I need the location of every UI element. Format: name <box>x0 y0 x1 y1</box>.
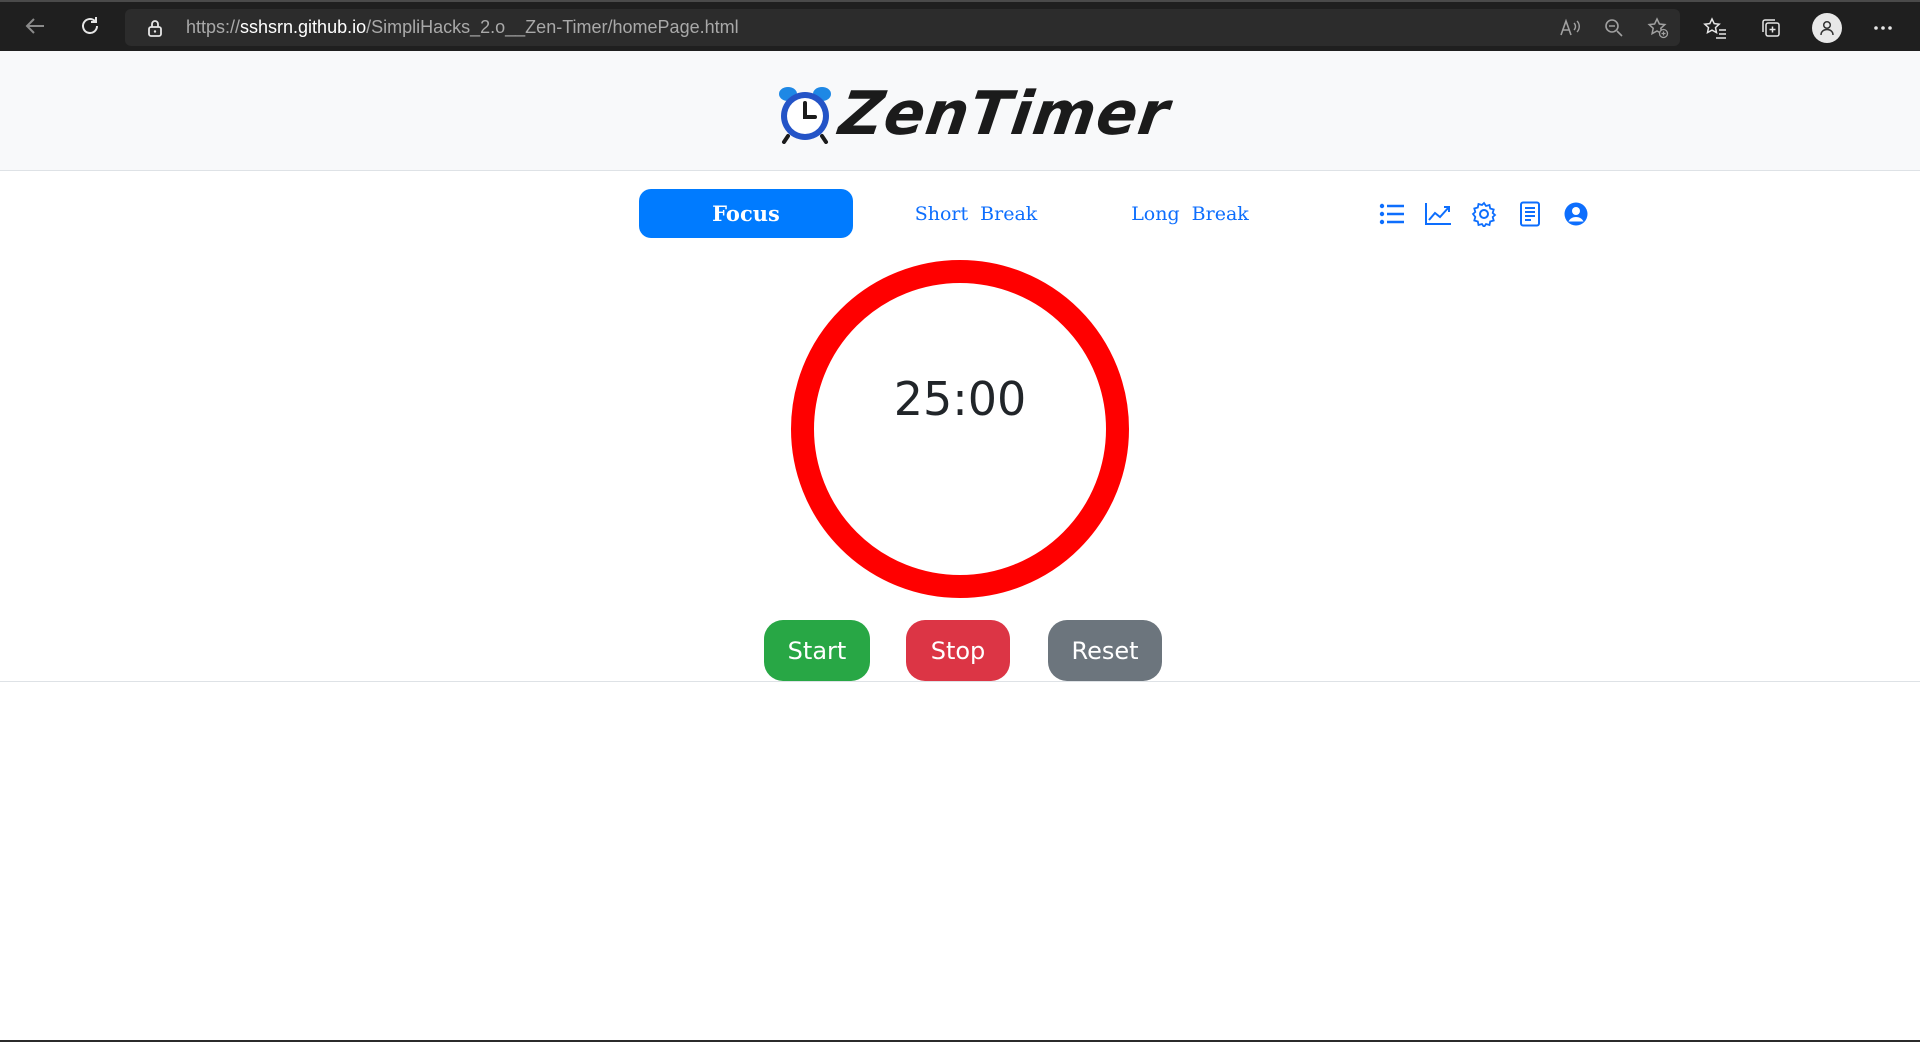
task-list-button[interactable] <box>1369 197 1415 231</box>
more-horizontal-icon <box>1874 26 1892 30</box>
start-button[interactable]: Start <box>764 620 870 681</box>
read-aloud-icon <box>1560 18 1580 35</box>
settings-button[interactable] <box>1461 197 1507 231</box>
more-menu-button[interactable] <box>1855 8 1911 48</box>
timer-ring <box>791 260 1129 598</box>
list-icon <box>1379 203 1404 225</box>
timer-display: 25:00 <box>893 372 1027 426</box>
user-icon <box>1820 20 1834 36</box>
url-text: https://sshsrn.github.io/SimpliHacks_2.o… <box>186 17 739 37</box>
favorites-icon <box>1703 17 1726 39</box>
alarm-clock-icon <box>779 86 831 144</box>
lock-icon <box>148 20 162 37</box>
user-circle-icon <box>1564 202 1588 226</box>
add-favorite-button[interactable] <box>1636 9 1680 46</box>
read-aloud-button[interactable] <box>1548 9 1592 46</box>
arrow-left-icon <box>25 18 44 34</box>
site-header: ZenTimer <box>0 51 1920 171</box>
favorites-button[interactable] <box>1687 8 1743 48</box>
section-divider <box>0 681 1920 682</box>
tab-short-break[interactable]: Short Break <box>888 189 1064 238</box>
browser-toolbar: https://sshsrn.github.io/SimpliHacks_2.o… <box>0 0 1920 51</box>
account-button[interactable] <box>1553 197 1599 231</box>
tool-icons <box>1369 197 1599 231</box>
star-add-icon <box>1647 16 1669 38</box>
timer-controls: Start Stop Reset <box>764 620 1162 681</box>
statistics-button[interactable] <box>1415 197 1461 231</box>
profile-button[interactable] <box>1799 8 1855 48</box>
notes-button[interactable] <box>1507 197 1553 231</box>
collections-icon <box>1762 19 1780 37</box>
logo-text: ZenTimer <box>835 78 1175 149</box>
collections-button[interactable] <box>1743 8 1799 48</box>
back-button[interactable] <box>22 13 48 39</box>
reload-button[interactable] <box>77 13 103 39</box>
address-bar[interactable]: https://sshsrn.github.io/SimpliHacks_2.o… <box>125 9 1680 46</box>
avatar <box>1812 13 1842 43</box>
logo[interactable]: ZenTimer <box>776 79 1174 149</box>
tab-long-break[interactable]: Long Break <box>1102 189 1278 238</box>
mode-tabs: Focus Short Break Long Break <box>639 189 1278 238</box>
stop-button[interactable]: Stop <box>906 620 1010 681</box>
zoom-button[interactable] <box>1592 9 1636 46</box>
gear-icon <box>1471 201 1497 227</box>
tab-focus[interactable]: Focus <box>639 189 853 238</box>
notes-icon <box>1520 201 1540 227</box>
reset-button[interactable]: Reset <box>1048 620 1162 681</box>
reload-icon <box>82 17 98 34</box>
chart-line-icon <box>1425 203 1451 225</box>
zoom-out-icon <box>1605 18 1623 37</box>
